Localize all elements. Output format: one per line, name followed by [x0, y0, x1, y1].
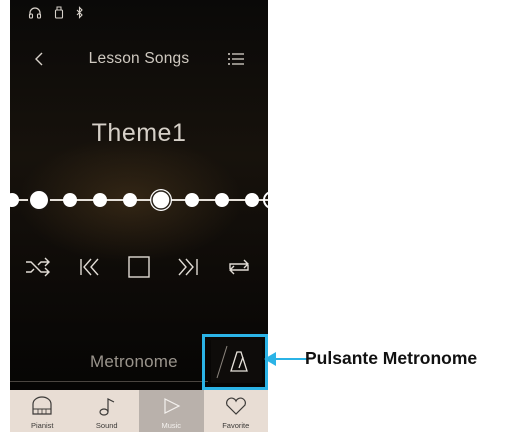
- metronome-icon: [230, 351, 248, 372]
- progress-dot: [245, 193, 259, 207]
- metronome-button[interactable]: [211, 340, 262, 383]
- top-bar: Lesson Songs: [10, 44, 268, 74]
- status-bar: [28, 6, 84, 19]
- callout-label: Pulsante Metronome: [305, 348, 478, 368]
- progress-dot: [10, 193, 19, 207]
- divider: [10, 381, 208, 382]
- repeat-icon[interactable]: [222, 250, 256, 284]
- tab-favorite[interactable]: Favorite: [203, 390, 268, 432]
- headphones-icon: [28, 6, 42, 19]
- tab-pianist[interactable]: Pianist: [10, 390, 75, 432]
- list-menu-icon[interactable]: [226, 50, 246, 68]
- usb-memory-icon: [54, 6, 64, 19]
- playback-controls: [10, 250, 268, 284]
- song-title: Theme1: [91, 119, 187, 147]
- metronome-label: Metronome: [90, 352, 178, 371]
- progress-dot-current: [150, 189, 172, 211]
- app-screen: Lesson Songs Theme1 Metronome Pianist So…: [10, 0, 268, 432]
- callout-line: [268, 358, 308, 360]
- progress-dot: [185, 193, 199, 207]
- tab-sound[interactable]: Sound: [74, 390, 139, 432]
- progress-dot: [63, 193, 77, 207]
- bluetooth-icon: [76, 6, 84, 19]
- tab-music[interactable]: Music: [139, 390, 204, 432]
- tab-bar: Pianist Sound Music Favorite: [10, 390, 268, 432]
- play-icon: [164, 398, 181, 414]
- tab-label: Favorite: [222, 421, 250, 430]
- piano-icon: [32, 396, 52, 415]
- stop-icon[interactable]: [122, 250, 156, 284]
- heart-icon: [225, 397, 246, 415]
- tab-label: Sound: [95, 421, 118, 430]
- progress-dot: [215, 193, 229, 207]
- next-icon[interactable]: [172, 250, 206, 284]
- progress-dot: [123, 193, 137, 207]
- note-icon: [99, 398, 115, 416]
- shuffle-icon[interactable]: [21, 250, 55, 284]
- progress-dot: [93, 193, 107, 207]
- tab-label: Pianist: [30, 421, 54, 430]
- tab-label: Music: [161, 421, 182, 430]
- progress-dots[interactable]: [10, 180, 268, 220]
- previous-icon[interactable]: [72, 250, 106, 284]
